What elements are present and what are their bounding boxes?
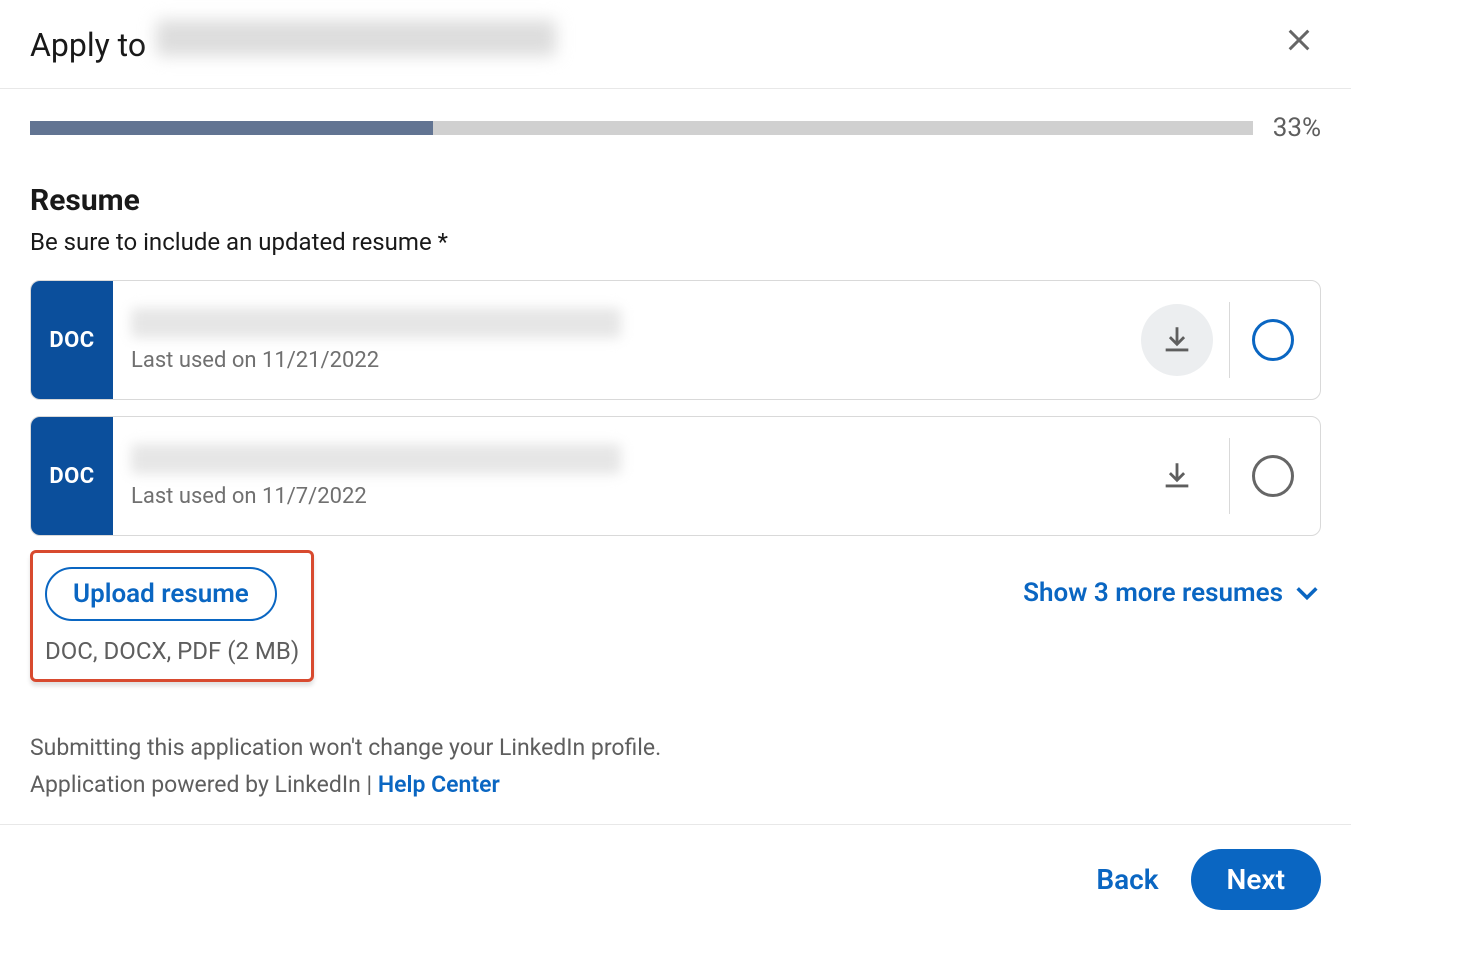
doc-type-badge: DOC bbox=[31, 281, 113, 399]
download-button[interactable] bbox=[1141, 304, 1213, 376]
download-icon bbox=[1160, 323, 1194, 357]
resume-last-used: Last used on 11/7/2022 bbox=[131, 484, 1123, 509]
close-icon bbox=[1283, 24, 1315, 56]
upload-resume-button[interactable]: Upload resume bbox=[45, 567, 277, 621]
upload-highlight-box: Upload resume DOC, DOCX, PDF (2 MB) bbox=[30, 550, 314, 682]
show-more-resumes-button[interactable]: Show 3 more resumes bbox=[1023, 550, 1321, 608]
resume-card[interactable]: DOC Last used on 11/7/2022 bbox=[30, 416, 1321, 536]
progress-track bbox=[30, 121, 1253, 135]
resume-filename-redacted bbox=[131, 308, 621, 338]
close-button[interactable] bbox=[1277, 18, 1321, 66]
modal-header: Apply to bbox=[0, 0, 1351, 89]
chevron-down-icon bbox=[1293, 579, 1321, 607]
doc-type-badge: DOC bbox=[31, 417, 113, 535]
progress-row: 33% bbox=[0, 89, 1351, 143]
resume-card[interactable]: DOC Last used on 11/21/2022 bbox=[30, 280, 1321, 400]
download-icon bbox=[1160, 459, 1194, 493]
upload-row: Upload resume DOC, DOCX, PDF (2 MB) Show… bbox=[30, 550, 1321, 682]
button-bar: Back Next bbox=[0, 824, 1351, 934]
resume-select-radio[interactable] bbox=[1252, 319, 1294, 361]
company-name-redacted bbox=[156, 20, 556, 56]
next-button[interactable]: Next bbox=[1191, 849, 1321, 910]
apply-modal: Apply to 33% Resume Be sure to include a… bbox=[0, 0, 1351, 934]
resume-list: DOC Last used on 11/21/2022 DOC L bbox=[30, 280, 1321, 536]
modal-title: Apply to bbox=[30, 20, 556, 64]
resume-filename-redacted bbox=[131, 444, 621, 474]
back-button[interactable]: Back bbox=[1090, 853, 1164, 906]
resume-select-radio[interactable] bbox=[1252, 455, 1294, 497]
progress-percent: 33% bbox=[1273, 113, 1321, 143]
action-divider bbox=[1229, 302, 1230, 378]
profile-note: Submitting this application won't change… bbox=[30, 730, 1321, 767]
resume-section: Resume Be sure to include an updated res… bbox=[0, 143, 1351, 682]
title-prefix: Apply to bbox=[30, 26, 146, 64]
resume-info: Last used on 11/7/2022 bbox=[113, 417, 1141, 535]
resume-actions bbox=[1141, 417, 1320, 535]
resume-actions bbox=[1141, 281, 1320, 399]
powered-prefix: Application powered by LinkedIn | bbox=[30, 771, 378, 798]
footer-note: Submitting this application won't change… bbox=[0, 682, 1351, 824]
help-center-link[interactable]: Help Center bbox=[378, 771, 500, 798]
upload-hint: DOC, DOCX, PDF (2 MB) bbox=[45, 637, 299, 665]
section-subtitle: Be sure to include an updated resume * bbox=[30, 228, 1321, 256]
show-more-label: Show 3 more resumes bbox=[1023, 578, 1283, 608]
resume-last-used: Last used on 11/21/2022 bbox=[131, 348, 1123, 373]
resume-info: Last used on 11/21/2022 bbox=[113, 281, 1141, 399]
progress-fill bbox=[30, 121, 433, 135]
action-divider bbox=[1229, 438, 1230, 514]
powered-by-line: Application powered by LinkedIn | Help C… bbox=[30, 767, 1321, 804]
section-title: Resume bbox=[30, 183, 1321, 218]
download-button[interactable] bbox=[1141, 440, 1213, 512]
